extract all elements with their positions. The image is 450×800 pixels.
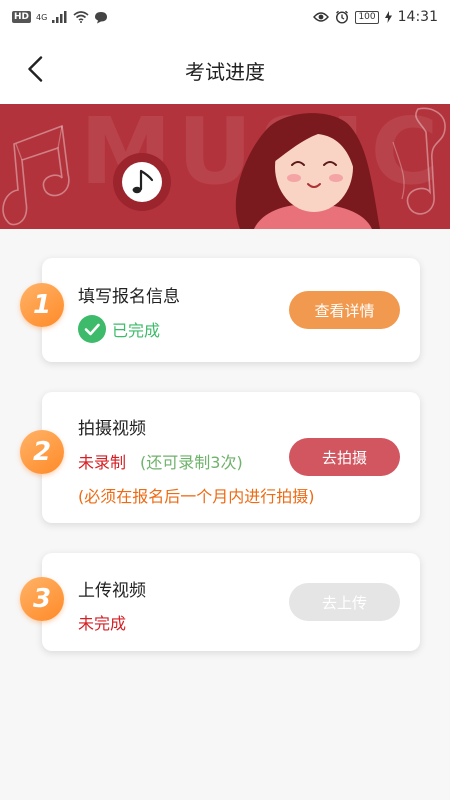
banner-illustration [2,107,446,229]
step-number-badge: 2 [20,430,64,474]
alarm-icon [336,10,349,24]
remaining-attempts: (还可录制3次) [140,453,243,472]
nav-bar: 考试进度 [0,34,450,104]
hd-badge: HD [12,11,32,23]
step-title: 填写报名信息 [78,287,180,307]
step-card-2: 拍摄视频 未录制 (还可录制3次) (必须在报名后一个月内进行拍摄) 去拍摄 [42,392,420,523]
wifi-icon [73,11,89,23]
music-banner: MUSIC [0,104,450,229]
shoot-video-button[interactable]: 去拍摄 [289,438,400,476]
view-details-button[interactable]: 查看详情 [289,291,400,329]
message-icon [95,11,108,23]
battery-indicator: 100 [355,10,379,24]
step-card-1: 填写报名信息 已完成 查看详情 [42,258,420,362]
status-icons-right: 100 14:31 [313,9,438,25]
status-completed: 已完成 [78,315,160,343]
eye-icon [313,12,330,22]
status-incomplete: 未完成 [78,614,127,633]
charging-icon [384,11,392,23]
check-circle-icon [78,315,106,343]
status-icons-left: HD 4G [12,11,108,24]
upload-video-button[interactable]: 去上传 [289,583,400,621]
status-label: 已完成 [112,321,161,340]
step-number-badge: 3 [20,577,64,621]
clock: 14:31 [397,9,438,25]
status-not-recorded: 未录制 [78,453,127,472]
step-title: 拍摄视频 [78,419,146,439]
status-bar: HD 4G 100 14:31 [0,0,450,34]
step-title: 上传视频 [78,581,146,601]
step-number-badge: 1 [20,283,64,327]
page-title: 考试进度 [185,60,265,84]
step-card-3: 上传视频 未完成 去上传 [42,553,420,651]
deadline-note: (必须在报名后一个月内进行拍摄) [78,487,315,506]
signal-icon [52,11,67,23]
network-type: 4G [36,12,48,22]
status-line: 未录制 (还可录制3次) [78,449,243,473]
